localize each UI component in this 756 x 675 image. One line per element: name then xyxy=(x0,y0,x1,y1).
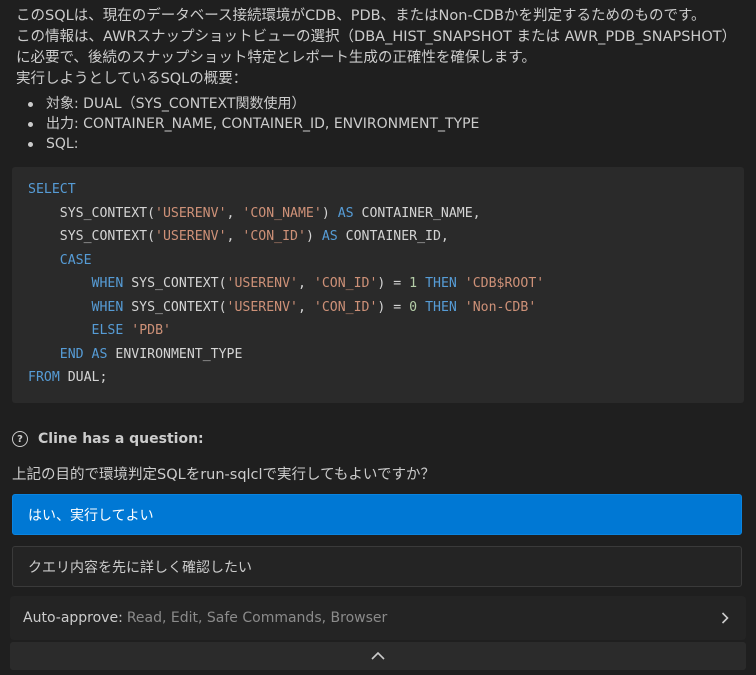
code-function: SYS_CONTEXT( xyxy=(59,229,156,244)
chevron-up-icon xyxy=(371,651,385,660)
code-function: SYS_CONTEXT( xyxy=(123,300,227,315)
code-separator: , xyxy=(226,229,243,244)
code-string: 'Non-CDB' xyxy=(464,300,537,315)
code-table: DUAL; xyxy=(59,370,108,385)
auto-approve-label: Auto-approve: xyxy=(23,610,123,626)
code-keyword: FROM xyxy=(28,370,60,385)
code-keyword: SELECT xyxy=(28,182,76,197)
approve-option-label: はい、実行してよい xyxy=(28,507,154,524)
code-string: 'CON_ID' xyxy=(313,276,378,291)
code-keyword: AS xyxy=(321,229,338,244)
intro-line: 実行しようとしているSQLの概要： xyxy=(16,71,248,87)
code-paren: ) xyxy=(305,229,322,244)
summary-item-output: 出力: CONTAINER_NAME, CONTAINER_ID, ENVIRO… xyxy=(20,114,740,134)
code-separator: , xyxy=(297,300,314,315)
code-string: 'CON_ID' xyxy=(242,229,306,244)
code-string: 'USERENV' xyxy=(226,276,298,291)
code-line: CASE xyxy=(28,252,92,270)
code-string: 'USERENV' xyxy=(155,206,227,221)
code-line: SELECT xyxy=(28,181,76,199)
code-line: ELSE 'PDB' xyxy=(28,322,171,340)
approve-option-button[interactable]: はい、実行してよい xyxy=(12,494,742,535)
code-line: END AS ENVIRONMENT_TYPE xyxy=(28,346,243,364)
code-keyword: AS xyxy=(337,206,354,221)
question-circle-icon: ? xyxy=(12,431,28,447)
code-function: SYS_CONTEXT( xyxy=(59,206,156,221)
code-line: WHEN SYS_CONTEXT('USERENV', 'CON_ID') = … xyxy=(28,275,545,293)
intro-text: このSQLは、現在のデータベース接続環境がCDB、PDB、またはNon-CDBか… xyxy=(16,6,748,90)
code-string: 'CON_ID' xyxy=(313,300,378,315)
sql-code-block: SELECT SYS_CONTEXT('USERENV', 'CON_NAME'… xyxy=(12,167,744,403)
summary-list: 対象: DUAL（SYS_CONTEXT関数使用） 出力: CONTAINER_… xyxy=(20,94,740,154)
code-separator: , xyxy=(226,206,243,221)
question-header: ? Cline has a question: xyxy=(12,428,204,450)
intro-line: に必要で、後続のスナップショット特定とレポート生成の正確性を確保します。 xyxy=(16,50,536,66)
code-keyword: AS xyxy=(91,347,108,362)
chat-panel: このSQLは、現在のデータベース接続環境がCDB、PDB、またはNon-CDBか… xyxy=(0,0,756,675)
intro-line: この情報は、AWRスナップショットビューの選択（DBA_HIST_SNAPSHO… xyxy=(16,29,737,45)
review-query-option-button[interactable]: クエリ内容を先に詳しく確認したい xyxy=(12,546,742,587)
auto-approve-value: Read, Edit, Safe Commands, Browser xyxy=(126,610,388,626)
summary-item-sql: SQL: xyxy=(20,134,740,154)
auto-approve-bar[interactable]: Auto-approve: Read, Edit, Safe Commands,… xyxy=(10,596,746,640)
code-operator: ) = xyxy=(377,276,410,291)
summary-item-target: 対象: DUAL（SYS_CONTEXT関数使用） xyxy=(20,94,740,114)
code-keyword: WHEN xyxy=(91,276,124,291)
code-line: FROM DUAL; xyxy=(28,369,107,387)
code-string: 'CDB$ROOT' xyxy=(464,276,545,291)
question-text: 上記の目的で環境判定SQLをrun-sqlclで実行してもよいですか？ xyxy=(12,467,435,483)
code-keyword: END xyxy=(59,347,84,362)
code-alias: CONTAINER_NAME, xyxy=(353,206,481,221)
code-number: 1 xyxy=(409,276,418,291)
code-function: SYS_CONTEXT( xyxy=(123,276,227,291)
code-paren: ) xyxy=(321,206,338,221)
code-keyword: WHEN xyxy=(91,300,124,315)
code-separator: , xyxy=(297,276,314,291)
code-alias: CONTAINER_ID, xyxy=(337,229,449,244)
code-string: 'CON_NAME' xyxy=(242,206,322,221)
code-operator: ) = xyxy=(377,300,410,315)
question-title: Cline has a question: xyxy=(38,431,204,447)
expand-toggle-button[interactable] xyxy=(10,642,746,670)
code-keyword: ELSE xyxy=(91,323,124,338)
code-keyword: CASE xyxy=(59,253,92,268)
code-line: WHEN SYS_CONTEXT('USERENV', 'CON_ID') = … xyxy=(28,299,537,317)
code-line: SYS_CONTEXT('USERENV', 'CON_NAME') AS CO… xyxy=(28,205,481,223)
code-number: 0 xyxy=(409,300,418,315)
code-line: SYS_CONTEXT('USERENV', 'CON_ID') AS CONT… xyxy=(28,228,449,246)
code-string: 'USERENV' xyxy=(155,229,227,244)
chevron-right-icon[interactable] xyxy=(718,611,732,625)
code-string: 'USERENV' xyxy=(226,300,298,315)
intro-line: このSQLは、現在のデータベース接続環境がCDB、PDB、またはNon-CDBか… xyxy=(16,8,706,24)
review-query-option-label: クエリ内容を先に詳しく確認したい xyxy=(28,559,252,576)
code-keyword: THEN xyxy=(425,276,457,291)
code-keyword: THEN xyxy=(425,300,457,315)
code-alias: ENVIRONMENT_TYPE xyxy=(107,347,243,362)
code-string: 'PDB' xyxy=(131,323,171,338)
